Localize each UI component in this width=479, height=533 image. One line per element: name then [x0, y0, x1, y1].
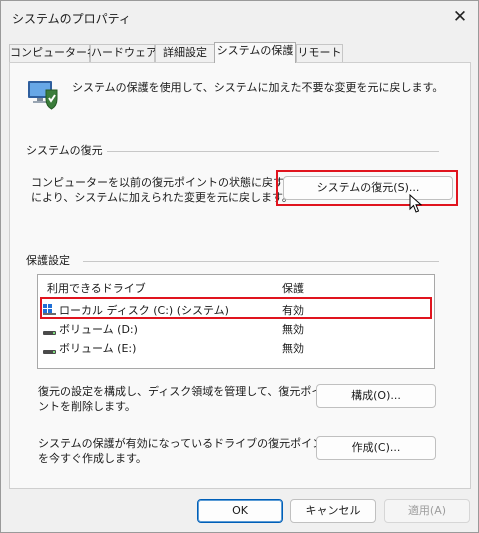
- drive-protection-status: 無効: [282, 342, 304, 355]
- tab-advanced[interactable]: 詳細設定: [155, 44, 215, 62]
- drive-name: ボリューム (D:): [59, 323, 138, 336]
- close-button[interactable]: ✕: [448, 5, 472, 29]
- protection-group-divider: [83, 261, 439, 262]
- configure-description-line2: ントを削除します。: [38, 400, 136, 413]
- system-properties-window: システムのプロパティ ✕ コンピューター名 ハードウェア 詳細設定 システムの保…: [0, 0, 479, 533]
- column-header-protection: 保護: [282, 282, 304, 295]
- tab-hardware[interactable]: ハードウェア: [90, 44, 157, 62]
- restore-group-label: システムの復元: [26, 144, 103, 157]
- drive-name: ボリューム (E:): [59, 342, 137, 355]
- system-protection-icon: [26, 77, 60, 111]
- create-button[interactable]: 作成(C)...: [316, 436, 436, 460]
- create-description-line1: システムの保護が有効になっているドライブの復元ポイント: [38, 437, 335, 450]
- configure-description-line1: 復元の設定を構成し、ディスク領域を管理して、復元ポイ: [38, 385, 323, 398]
- drive-row-d[interactable]: ボリューム (D:) 無効: [38, 319, 434, 338]
- mouse-pointer-icon: [409, 193, 423, 214]
- restore-button-highlight: [276, 170, 458, 206]
- drive-protection-status: 無効: [282, 323, 304, 336]
- restore-description-line2: により、システムに加えられた変更を元に戻します。: [31, 191, 293, 204]
- create-description-line2: を今すぐ作成します。: [38, 452, 147, 465]
- configure-button[interactable]: 構成(O)...: [316, 384, 436, 408]
- restore-group-divider: [107, 151, 439, 152]
- drive-icon: [43, 345, 56, 358]
- intro-text: システムの保護を使用して、システムに加えた不要な変更を元に戻します。: [72, 81, 444, 94]
- restore-description-line1: コンピューターを以前の復元ポイントの状態に戻すこと: [31, 176, 306, 189]
- column-header-drive: 利用できるドライブ: [47, 282, 146, 295]
- close-icon: ✕: [452, 7, 468, 27]
- tab-system-protection[interactable]: システムの保護: [214, 42, 296, 63]
- tab-computer-name[interactable]: コンピューター名: [9, 44, 98, 62]
- drive-row-e[interactable]: ボリューム (E:) 無効: [38, 338, 434, 357]
- protection-group-label: 保護設定: [26, 254, 70, 267]
- apply-button[interactable]: 適用(A): [384, 499, 470, 523]
- cancel-button[interactable]: キャンセル: [290, 499, 376, 523]
- window-title: システムのプロパティ: [12, 12, 131, 26]
- drive-list[interactable]: 利用できるドライブ 保護 ローカル ディスク (C:) (システム) 有効 ボリ…: [37, 274, 435, 369]
- drive-c-highlight: [40, 297, 432, 319]
- ok-button[interactable]: OK: [197, 499, 283, 523]
- title-bar: システムのプロパティ ✕: [1, 1, 478, 35]
- tab-remote[interactable]: リモート: [296, 44, 343, 62]
- system-protection-panel: システムの保護を使用して、システムに加えた不要な変更を元に戻します。 システムの…: [9, 62, 471, 489]
